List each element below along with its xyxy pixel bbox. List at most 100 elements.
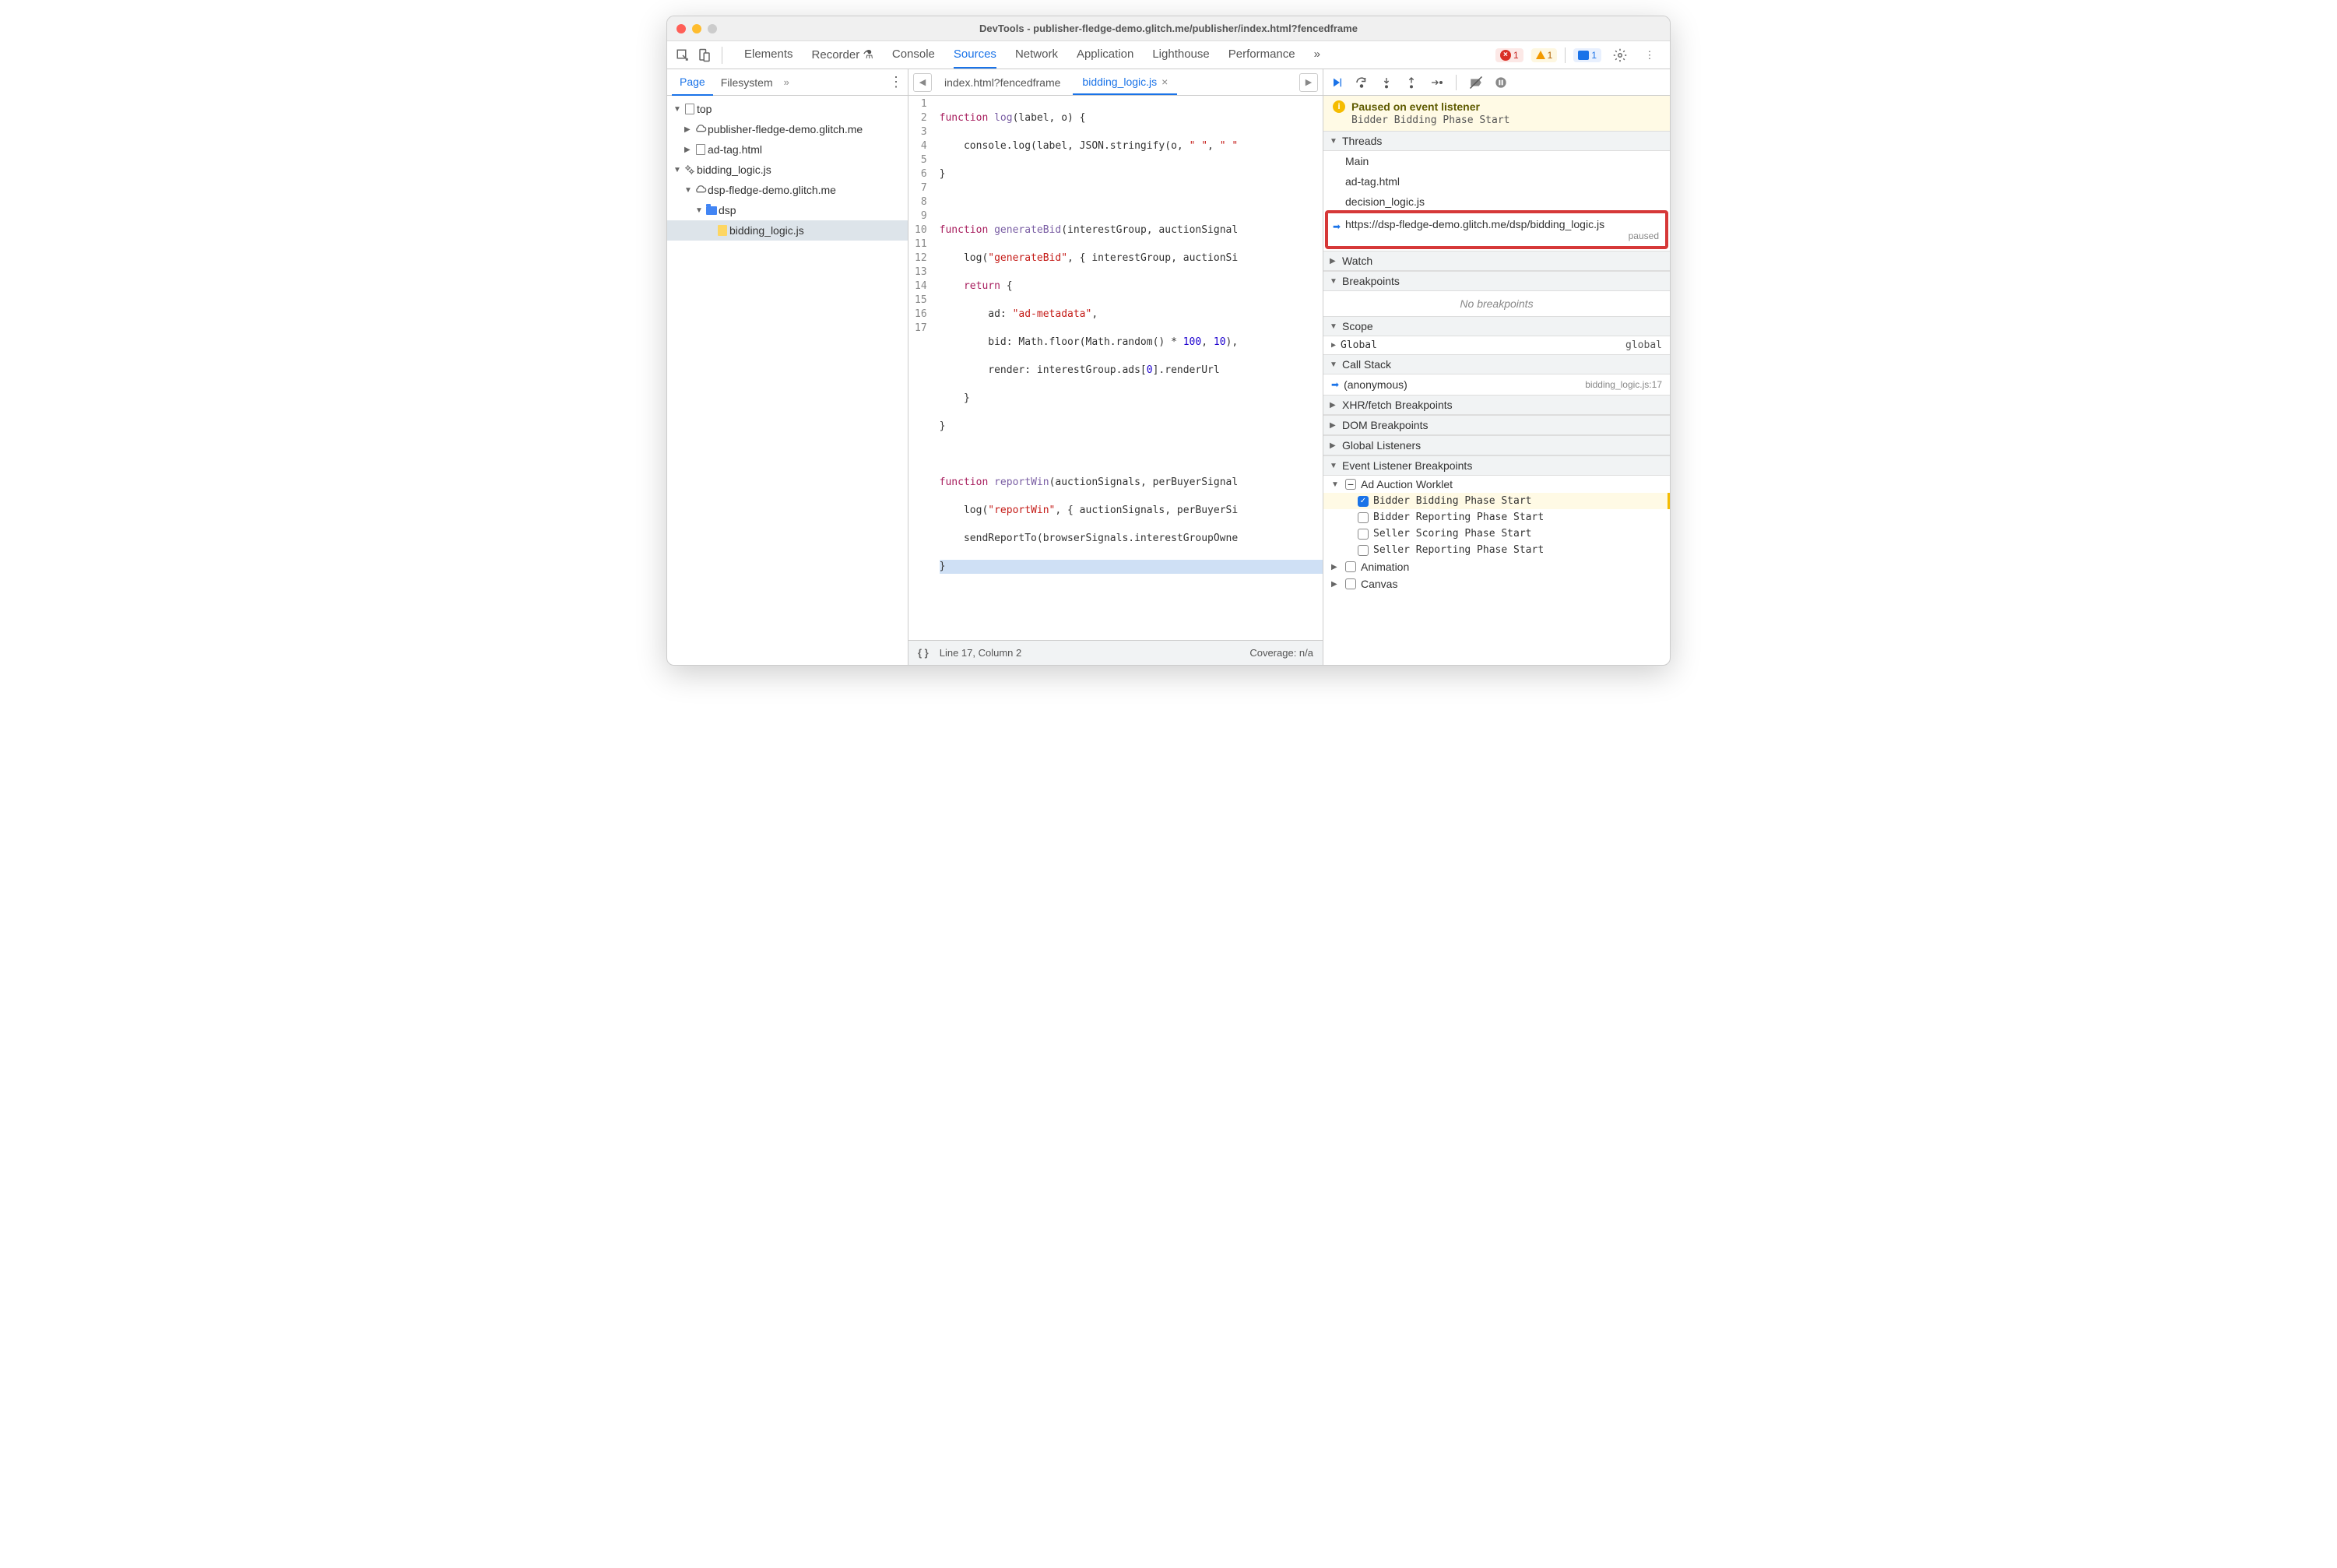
tab-more[interactable]: » <box>1314 41 1320 69</box>
cloud-icon <box>694 123 708 135</box>
step-button[interactable] <box>1429 76 1443 90</box>
error-badge[interactable]: ×1 <box>1495 48 1523 62</box>
thread-main[interactable]: Main <box>1323 151 1670 171</box>
checkbox-category[interactable]: − <box>1345 479 1356 490</box>
tree-domain-publisher[interactable]: ▶publisher-fledge-demo.glitch.me <box>667 119 908 139</box>
nav-forward-button[interactable]: ▶ <box>1299 73 1318 92</box>
tree-folder-dsp[interactable]: ▼dsp <box>667 200 908 220</box>
checkbox-category[interactable] <box>1345 578 1356 589</box>
code-content: function log(label, o) { console.log(lab… <box>933 96 1323 640</box>
message-badge[interactable]: 1 <box>1573 48 1601 62</box>
section-callstack[interactable]: ▼Call Stack <box>1323 354 1670 374</box>
frame-icon <box>696 144 705 155</box>
debugger-toolbar <box>1323 69 1670 96</box>
elb-category-ad-auction[interactable]: ▼−Ad Auction Worklet <box>1323 476 1670 493</box>
js-file-icon <box>718 225 727 236</box>
section-global-listeners[interactable]: ▶Global Listeners <box>1323 435 1670 455</box>
elb-item-seller-scoring-start[interactable]: Seller Scoring Phase Start <box>1323 526 1670 542</box>
section-xhr[interactable]: ▶XHR/fetch Breakpoints <box>1323 395 1670 415</box>
elb-category-animation[interactable]: ▶Animation <box>1323 558 1670 575</box>
nav-tab-more[interactable]: » <box>784 76 789 88</box>
tab-lighthouse[interactable]: Lighthouse <box>1152 41 1209 69</box>
section-dom[interactable]: ▶DOM Breakpoints <box>1323 415 1670 435</box>
tree-top[interactable]: ▼top <box>667 99 908 119</box>
tab-sources[interactable]: Sources <box>954 41 996 69</box>
nav-tab-filesystem[interactable]: Filesystem <box>713 70 781 95</box>
tree-domain-dsp[interactable]: ▼dsp-fledge-demo.glitch.me <box>667 180 908 200</box>
tab-network[interactable]: Network <box>1015 41 1058 69</box>
tree-ad-tag[interactable]: ▶ad-tag.html <box>667 139 908 160</box>
tab-application[interactable]: Application <box>1077 41 1133 69</box>
checkbox[interactable]: ✓ <box>1358 496 1369 507</box>
more-menu-icon[interactable]: ⋮ <box>1639 44 1660 66</box>
checkbox[interactable] <box>1358 529 1369 540</box>
current-thread-arrow-icon: ➡ <box>1333 221 1341 232</box>
close-tab-icon[interactable]: × <box>1161 76 1168 88</box>
tab-console[interactable]: Console <box>892 41 935 69</box>
worklet-icon <box>683 164 697 175</box>
flask-icon: ⚗ <box>863 48 873 62</box>
main-toolbar: Elements Recorder ⚗ Console Sources Netw… <box>667 41 1670 69</box>
resume-button[interactable] <box>1330 76 1344 90</box>
separator <box>1456 75 1457 90</box>
section-breakpoints[interactable]: ▼Breakpoints <box>1323 271 1670 291</box>
step-out-button[interactable] <box>1404 76 1418 90</box>
tab-elements[interactable]: Elements <box>744 41 793 69</box>
panel-tabs: Elements Recorder ⚗ Console Sources Netw… <box>744 41 1495 69</box>
coverage-status: Coverage: n/a <box>1249 647 1313 659</box>
warning-badge[interactable]: 1 <box>1531 48 1558 62</box>
thread-current-highlighted[interactable]: ➡ https://dsp-fledge-demo.glitch.me/dsp/… <box>1325 210 1668 249</box>
section-threads[interactable]: ▼Threads <box>1323 131 1670 151</box>
editor-tab-index[interactable]: index.html?fencedframe <box>935 71 1070 94</box>
checkbox-category[interactable] <box>1345 561 1356 572</box>
pause-exceptions-button[interactable] <box>1494 76 1508 90</box>
line-gutter: 1234567891011121314151617 <box>908 96 933 640</box>
section-watch[interactable]: ▶Watch <box>1323 251 1670 271</box>
elb-item-seller-reporting-start[interactable]: Seller Reporting Phase Start <box>1323 542 1670 558</box>
device-toolbar-icon[interactable] <box>694 44 715 66</box>
callstack-frame[interactable]: ➡(anonymous)bidding_logic.js:17 <box>1323 374 1670 395</box>
checkbox[interactable] <box>1358 545 1369 556</box>
thread-decision-logic[interactable]: decision_logic.js <box>1323 192 1670 212</box>
code-editor[interactable]: 1234567891011121314151617 function log(l… <box>908 96 1323 640</box>
pretty-print-button[interactable]: { } <box>918 647 929 659</box>
error-icon: × <box>1500 50 1511 61</box>
step-into-button[interactable] <box>1379 76 1393 90</box>
no-breakpoints-text: No breakpoints <box>1323 291 1670 316</box>
info-icon: i <box>1333 100 1345 113</box>
tree-bidding-worklet[interactable]: ▼bidding_logic.js <box>667 160 908 180</box>
content: Page Filesystem » ⋮ ▼top ▶publisher-fled… <box>667 69 1670 665</box>
editor-pane: ◀ index.html?fencedframe bidding_logic.j… <box>908 69 1323 665</box>
window-title: DevTools - publisher-fledge-demo.glitch.… <box>667 23 1670 34</box>
deactivate-breakpoints-button[interactable] <box>1469 76 1483 90</box>
nav-more-icon[interactable]: ⋮ <box>889 74 903 90</box>
checkbox[interactable] <box>1358 512 1369 523</box>
navigator-tabs: Page Filesystem » ⋮ <box>667 69 908 96</box>
thread-ad-tag[interactable]: ad-tag.html <box>1323 171 1670 192</box>
nav-back-button[interactable]: ◀ <box>913 73 932 92</box>
paused-detail: Bidder Bidding Phase Start <box>1333 113 1660 126</box>
scope-global-row[interactable]: ▶Globalglobal <box>1323 336 1670 354</box>
titlebar: DevTools - publisher-fledge-demo.glitch.… <box>667 16 1670 41</box>
nav-tab-page[interactable]: Page <box>672 69 713 96</box>
inspect-element-icon[interactable] <box>672 44 694 66</box>
debugger-panels: iPaused on event listener Bidder Bidding… <box>1323 96 1670 665</box>
elb-item-bidder-bidding-start[interactable]: ✓Bidder Bidding Phase Start <box>1323 493 1670 509</box>
elb-item-bidder-reporting-start[interactable]: Bidder Reporting Phase Start <box>1323 509 1670 526</box>
editor-statusbar: { } Line 17, Column 2 Coverage: n/a <box>908 640 1323 665</box>
section-event-listener-breakpoints[interactable]: ▼Event Listener Breakpoints <box>1323 455 1670 476</box>
tab-recorder[interactable]: Recorder ⚗ <box>812 41 873 69</box>
separator <box>1565 47 1566 63</box>
section-scope[interactable]: ▼Scope <box>1323 316 1670 336</box>
step-over-button[interactable] <box>1355 76 1369 90</box>
current-frame-arrow-icon: ➡ <box>1331 379 1339 390</box>
editor-tab-bidding[interactable]: bidding_logic.js× <box>1073 70 1177 95</box>
file-tree: ▼top ▶publisher-fledge-demo.glitch.me ▶a… <box>667 96 908 665</box>
tab-performance[interactable]: Performance <box>1228 41 1295 69</box>
settings-icon[interactable] <box>1609 44 1631 66</box>
editor-tabs: ◀ index.html?fencedframe bidding_logic.j… <box>908 69 1323 96</box>
folder-icon <box>706 206 717 215</box>
tree-file-bidding-logic[interactable]: bidding_logic.js <box>667 220 908 241</box>
elb-category-canvas[interactable]: ▶Canvas <box>1323 575 1670 592</box>
frame-icon <box>685 104 694 114</box>
